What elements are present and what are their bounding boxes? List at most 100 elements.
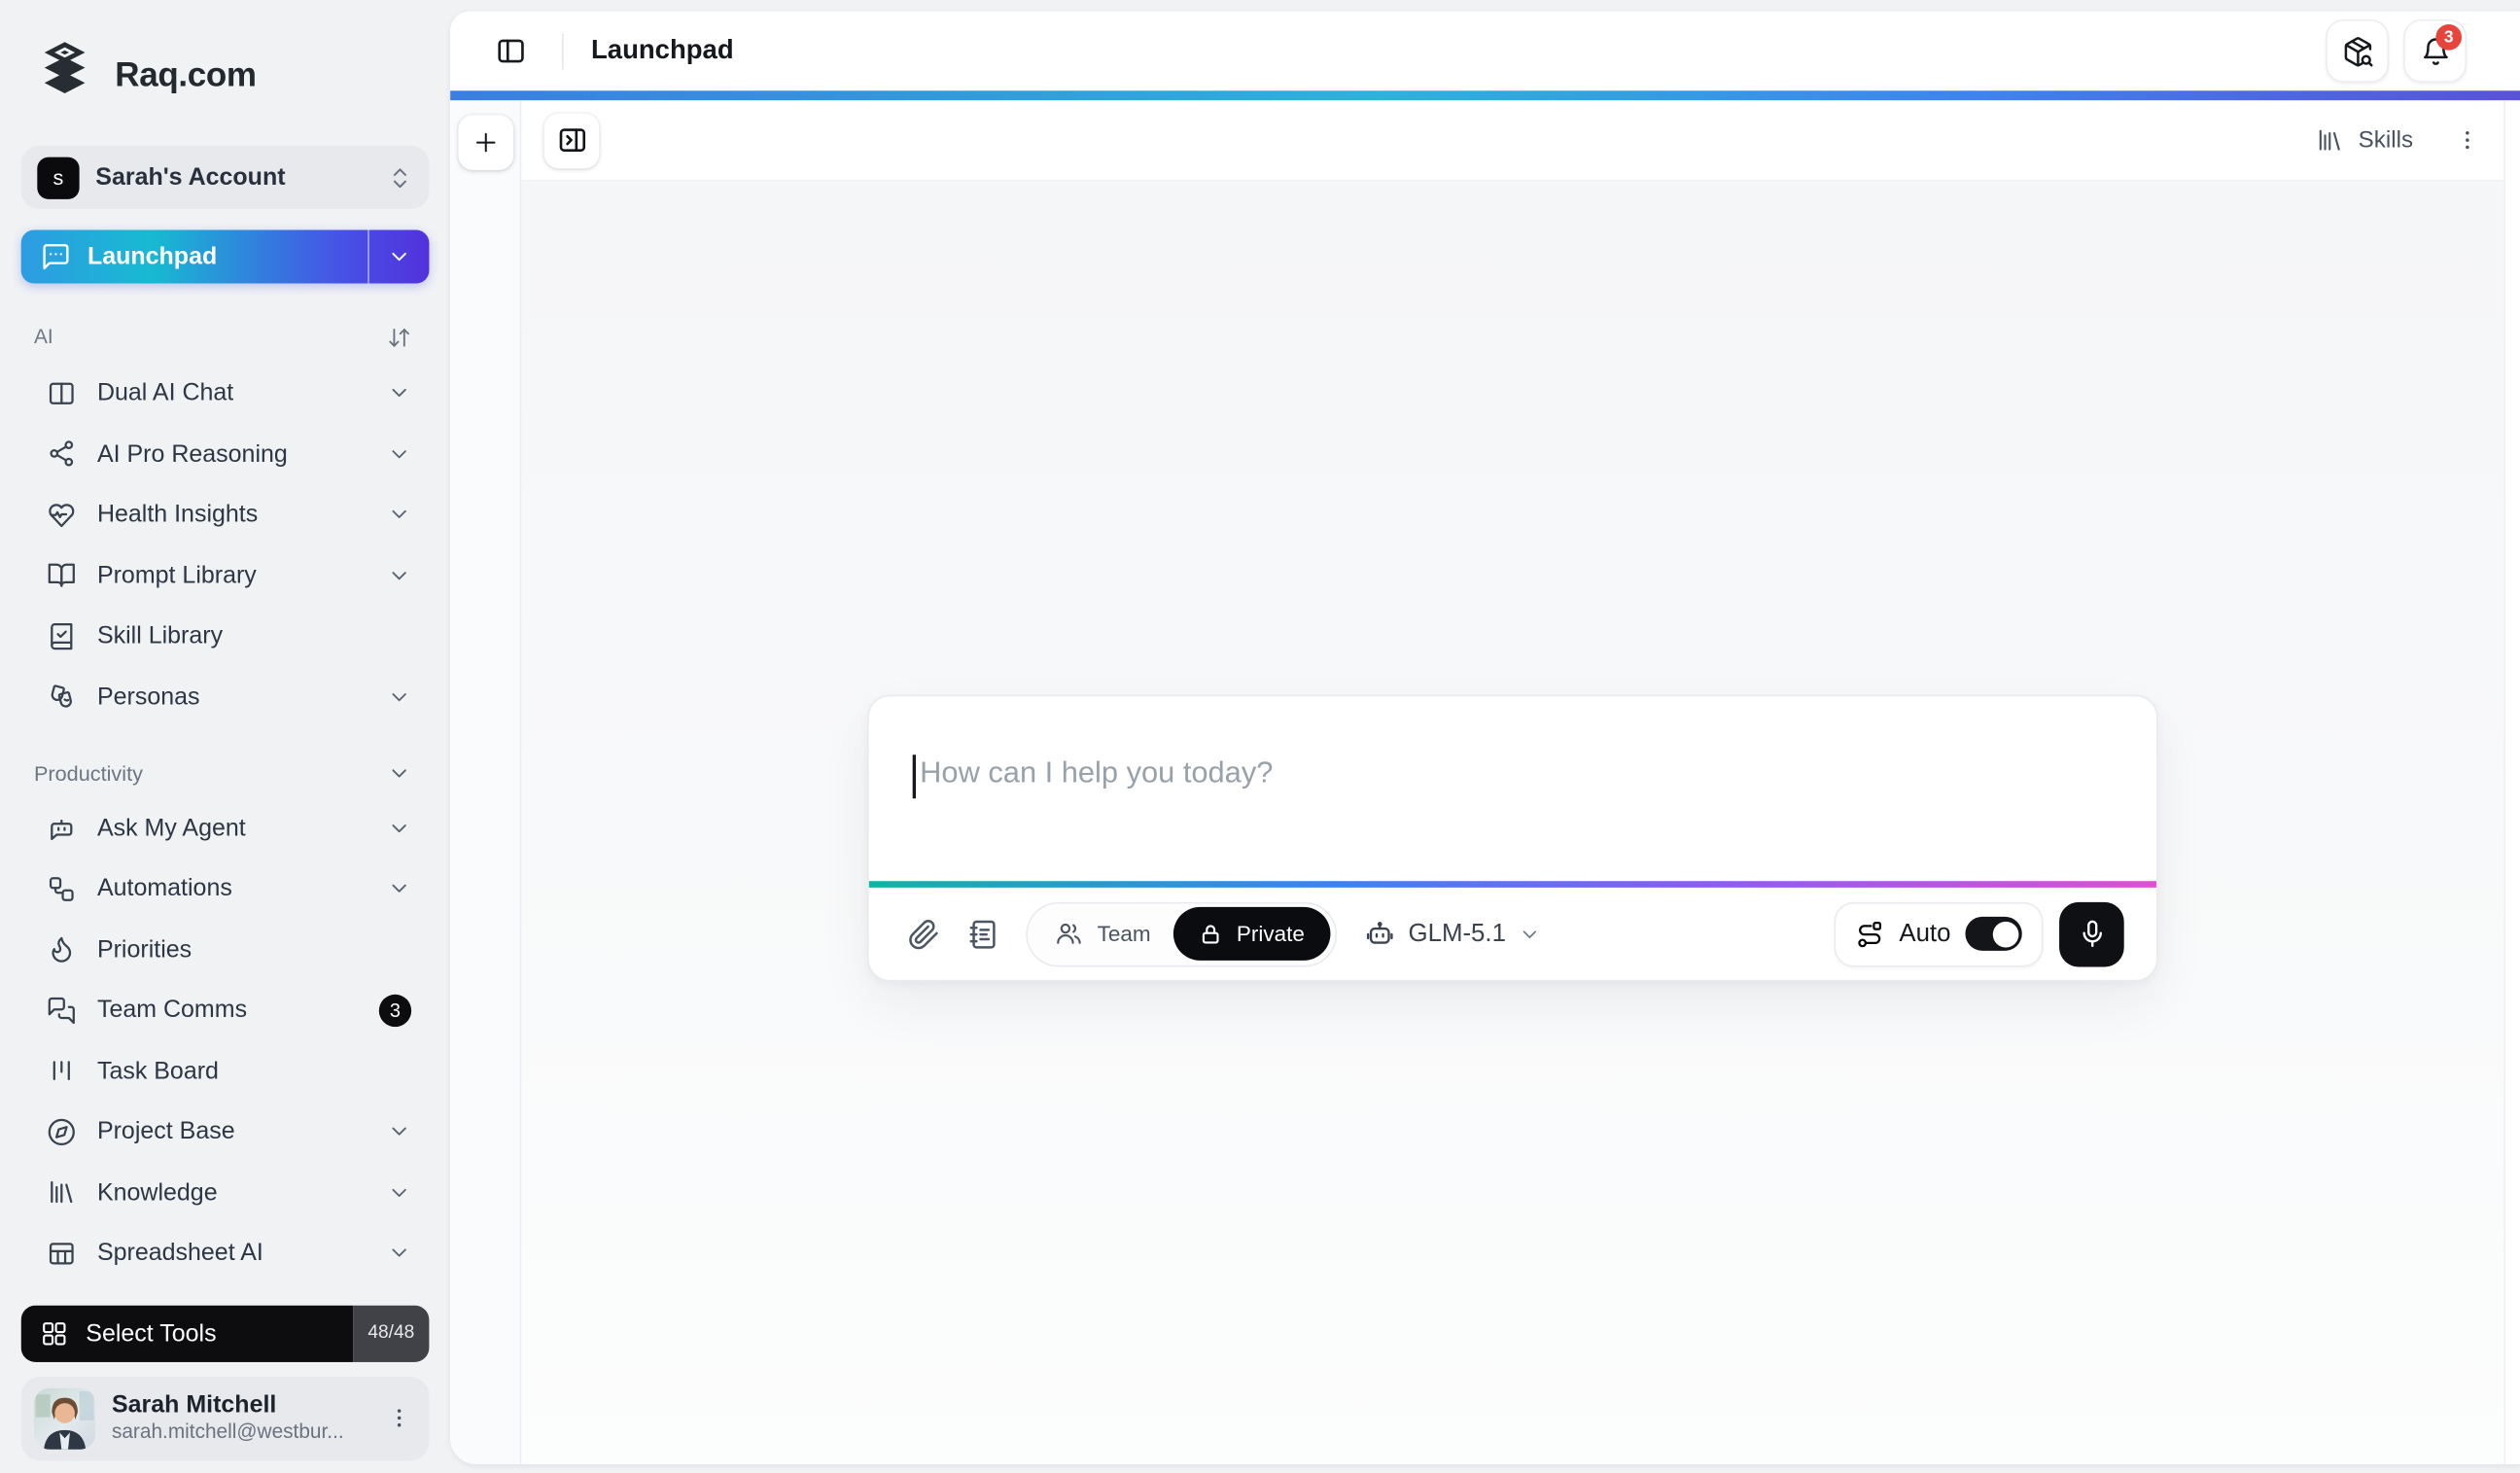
chevron-down-icon — [387, 441, 411, 466]
panel-toggle-button[interactable] — [544, 113, 600, 168]
chat-panel: Skills How can I help you today? — [521, 100, 2503, 1463]
unread-count-badge: 3 — [379, 995, 411, 1027]
auto-mode-control[interactable]: Auto — [1835, 901, 2044, 966]
team-label: Team — [1098, 922, 1151, 946]
select-tools-button[interactable]: Select Tools 48/48 — [21, 1305, 430, 1361]
notifications-button[interactable]: 3 — [2403, 19, 2467, 83]
sidebar: Raq.com s Sarah's Account Launchpad — [0, 0, 450, 1473]
microphone-icon — [2077, 919, 2108, 950]
chevron-down-icon — [387, 877, 411, 901]
item-label: Project Base — [97, 1118, 367, 1145]
skills-button[interactable]: Skills — [2300, 115, 2430, 165]
chat-body: How can I help you today? — [521, 182, 2503, 1463]
sidebar-item-task-board[interactable]: Task Board — [17, 1041, 435, 1102]
item-label: Team Comms — [97, 997, 358, 1024]
visibility-toggle-group: Team Private — [1026, 901, 1337, 966]
table-icon — [47, 1239, 76, 1268]
chevron-down-icon — [387, 761, 411, 786]
chevron-down-icon — [387, 503, 411, 527]
topbar: Launchpad 3 — [450, 12, 2520, 91]
auto-label: Auto — [1899, 919, 1950, 948]
voice-input-button[interactable] — [2059, 901, 2124, 966]
columns-icon — [47, 378, 76, 407]
sidebar-item-priorities[interactable]: Priorities — [17, 920, 435, 980]
sidebar-item-dual-ai-chat[interactable]: Dual AI Chat — [17, 363, 435, 423]
sidebar-item-skill-library[interactable]: Skill Library — [17, 606, 435, 666]
item-label: AI Pro Reasoning — [97, 440, 367, 468]
chevron-down-icon — [1519, 923, 1541, 945]
account-switcher[interactable]: s Sarah's Account — [21, 146, 430, 210]
model-selector[interactable]: GLM-5.1 — [1365, 919, 1542, 950]
new-tab-button[interactable] — [458, 115, 513, 170]
account-avatar: s — [37, 157, 79, 198]
topbar-divider — [562, 33, 564, 69]
visibility-private-option-active[interactable]: Private — [1173, 907, 1331, 961]
sidebar-item-knowledge[interactable]: Knowledge — [17, 1162, 435, 1222]
user-profile-card[interactable]: Sarah Mitchell sarah.mitchell@westbur... — [21, 1376, 430, 1460]
brand-name: Raq.com — [115, 55, 256, 94]
templates-button[interactable] — [962, 911, 1007, 957]
workflow-icon — [47, 875, 76, 904]
sidebar-item-personas[interactable]: Personas — [17, 666, 435, 726]
item-label: Skill Library — [97, 622, 411, 649]
share-network-icon — [47, 439, 76, 469]
chevron-down-icon — [387, 817, 411, 841]
sidebar-item-prompt-library[interactable]: Prompt Library — [17, 544, 435, 605]
launchpad-expand-button[interactable] — [368, 230, 429, 283]
item-label: Priorities — [97, 936, 411, 964]
sidebar-item-health-insights[interactable]: Health Insights — [17, 484, 435, 544]
attach-file-button[interactable] — [901, 911, 947, 957]
item-label: Spreadsheet AI — [97, 1240, 367, 1267]
user-email: sarah.mitchell@westbur... — [112, 1420, 362, 1445]
sidebar-item-ask-my-agent[interactable]: Ask My Agent — [17, 798, 435, 859]
item-label: Automations — [97, 875, 367, 902]
user-menu-button[interactable] — [377, 1393, 419, 1442]
arrow-down-up-icon[interactable] — [387, 326, 411, 350]
sidebar-toggle-button[interactable] — [486, 26, 535, 75]
section-header-productivity[interactable]: Productivity — [34, 761, 411, 786]
select-tools-label: Select Tools — [86, 1319, 216, 1347]
auto-toggle-switch-on[interactable] — [1965, 917, 2021, 951]
book-open-icon — [47, 561, 76, 590]
main-window: Launchpad 3 — [450, 12, 2520, 1463]
item-label: Ask My Agent — [97, 815, 367, 842]
sidebar-item-spreadsheet-ai[interactable]: Spreadsheet AI — [17, 1223, 435, 1283]
plus-icon — [471, 128, 500, 158]
private-label: Private — [1237, 922, 1305, 946]
page-title: Launchpad — [591, 36, 734, 67]
chat-header: Skills — [521, 100, 2503, 181]
composer-accent-bar — [869, 881, 2156, 888]
library-icon — [47, 1178, 76, 1208]
input-placeholder: How can I help you today? — [920, 754, 1273, 790]
launchpad-button[interactable]: Launchpad — [21, 230, 368, 283]
chevron-down-icon — [387, 563, 411, 587]
account-label: Sarah's Account — [95, 164, 370, 192]
chat-menu-button[interactable] — [2445, 116, 2487, 164]
notebook-text-icon — [967, 918, 999, 950]
topbar-actions: 3 — [2326, 19, 2467, 83]
chat-input[interactable]: How can I help you today? — [869, 696, 2156, 881]
user-meta: Sarah Mitchell sarah.mitchell@westbur... — [112, 1391, 362, 1445]
brand-logo-icon — [32, 39, 97, 112]
model-name: GLM-5.1 — [1408, 919, 1505, 948]
item-label: Personas — [97, 683, 367, 710]
flame-icon — [47, 935, 76, 964]
user-name: Sarah Mitchell — [112, 1391, 362, 1420]
paperclip-icon — [908, 918, 940, 950]
kanban-icon — [47, 1057, 76, 1086]
bot-chat-icon — [47, 814, 76, 843]
book-check-icon — [47, 621, 76, 650]
tab-strip — [450, 100, 521, 1463]
sidebar-item-automations[interactable]: Automations — [17, 859, 435, 919]
avatar — [34, 1387, 95, 1449]
tool-marketplace-button[interactable] — [2326, 19, 2389, 83]
select-tools-main: Select Tools — [21, 1305, 353, 1361]
users-icon — [1055, 920, 1082, 947]
sidebar-item-ai-pro-reasoning[interactable]: AI Pro Reasoning — [17, 424, 435, 484]
launchpad-label: Launchpad — [88, 243, 217, 270]
sidebar-item-team-comms[interactable]: Team Comms 3 — [17, 980, 435, 1040]
sidebar-item-project-base[interactable]: Project Base — [17, 1102, 435, 1162]
heart-pulse-icon — [47, 500, 76, 529]
visibility-team-option[interactable]: Team — [1032, 920, 1173, 947]
compass-icon — [47, 1117, 76, 1146]
